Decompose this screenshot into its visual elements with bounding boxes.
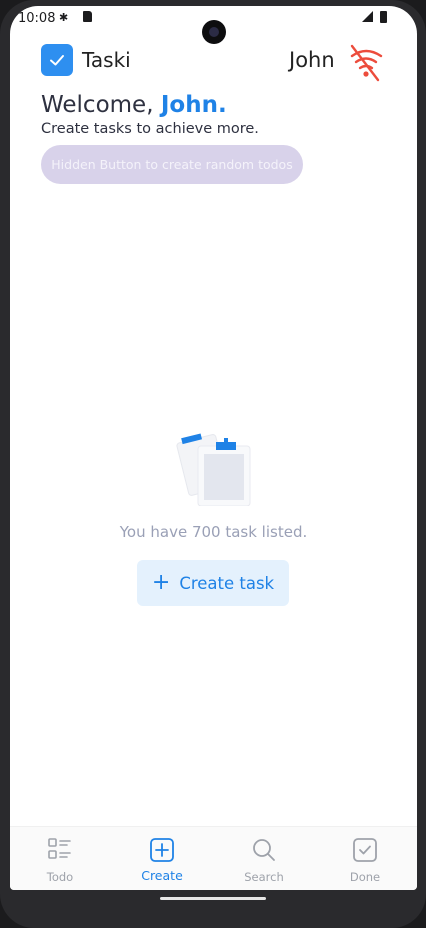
welcome-username: John.	[160, 92, 227, 118]
home-indicator[interactable]	[160, 897, 266, 900]
nav-label-todo: Todo	[46, 870, 74, 884]
clipboard-icon	[176, 433, 251, 506]
welcome-heading: Welcome, John.	[41, 92, 227, 118]
create-task-button[interactable]: + Create task	[137, 560, 289, 606]
notification-icon: ✱	[59, 11, 69, 24]
battery-icon	[380, 11, 387, 23]
nav-item-create[interactable]: Create	[117, 827, 207, 890]
nav-label-done: Done	[349, 870, 381, 884]
nav-item-search[interactable]: Search	[219, 827, 309, 890]
user-name[interactable]: John	[289, 48, 335, 72]
empty-state-message: You have 700 task listed.	[119, 523, 308, 541]
status-time: 10:08	[18, 11, 56, 26]
plus-icon: +	[151, 570, 171, 595]
signal-icon	[362, 11, 373, 22]
wifi-off-icon[interactable]	[343, 44, 389, 84]
app-logo	[41, 44, 73, 76]
app-header: Taski John	[41, 44, 391, 84]
app-name: Taski	[82, 48, 131, 72]
camera-cutout	[202, 20, 226, 44]
check-square-icon	[353, 838, 377, 862]
nav-label-create: Create	[141, 868, 183, 883]
nav-item-done[interactable]: Done	[320, 827, 410, 890]
nav-label-search: Search	[244, 870, 284, 884]
hidden-button-label: Hidden Button to create random todos	[51, 157, 293, 172]
device-frame: 10:08 ✱ Taski John Welcome, John. Create…	[0, 0, 426, 928]
bottom-navigation: Todo Create Search Done	[10, 826, 417, 890]
sd-card-icon	[83, 11, 92, 22]
check-icon	[50, 55, 64, 66]
create-task-label: Create task	[179, 573, 275, 593]
search-icon	[253, 839, 275, 861]
list-icon	[48, 838, 71, 859]
hidden-random-todos-button[interactable]: Hidden Button to create random todos	[41, 145, 303, 184]
plus-square-icon	[150, 838, 174, 862]
nav-item-todo[interactable]: Todo	[15, 827, 105, 890]
system-navigation-area	[0, 890, 426, 928]
welcome-subtitle: Create tasks to achieve more.	[41, 121, 259, 137]
app-screen: 10:08 ✱ Taski John Welcome, John. Create…	[10, 6, 417, 890]
welcome-greeting: Welcome,	[41, 92, 154, 118]
